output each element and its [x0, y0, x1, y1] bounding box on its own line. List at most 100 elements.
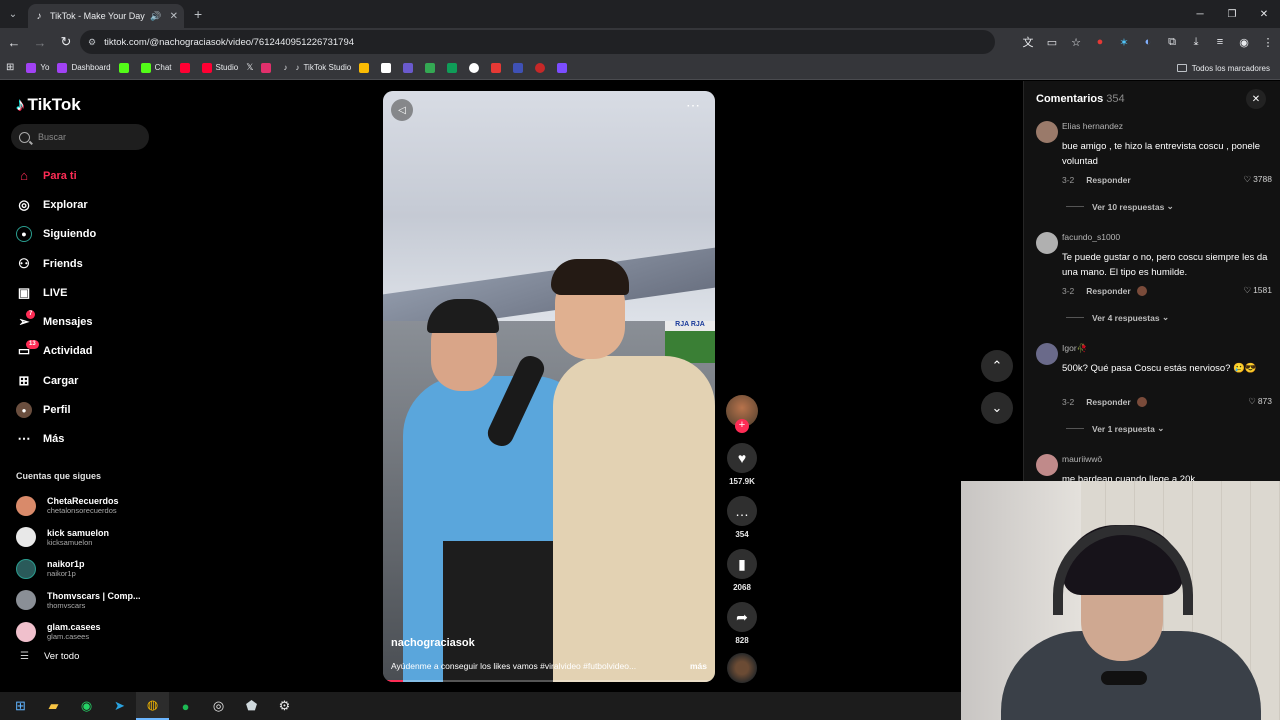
close-tab-icon[interactable]: ✕ — [170, 11, 178, 22]
extension-3-icon[interactable]: ◐ — [1136, 30, 1160, 54]
comment-like-button[interactable]: ♡ 3788 — [1243, 174, 1272, 185]
nav-item-friends[interactable]: ⚇ Friends — [16, 249, 156, 278]
tiktok-logo[interactable]: ♪ TikTok — [16, 95, 81, 115]
reload-icon[interactable]: ↻ — [54, 30, 78, 54]
nav-item-explorar[interactable]: ◎ Explorar — [16, 190, 156, 219]
restore-icon[interactable]: ❐ — [1216, 0, 1248, 28]
chevron-down-icon[interactable]: ⌄ — [981, 392, 1013, 424]
following-account[interactable]: glam.casees glam.casees — [16, 616, 156, 648]
reading-list-icon[interactable]: ≡ — [1208, 30, 1232, 54]
following-account[interactable]: kick samuelon kicksamuelon — [16, 522, 156, 554]
bookmark-item[interactable] — [359, 62, 373, 73]
avatar[interactable] — [1036, 343, 1058, 365]
avatar[interactable] — [1036, 232, 1058, 254]
nav-item-mas[interactable]: ⋯ Más — [16, 425, 156, 454]
chrome-icon[interactable]: ◍ — [136, 692, 169, 720]
bookmark-item[interactable] — [469, 62, 483, 73]
comment-user[interactable]: mauriiwwō — [1062, 454, 1102, 464]
cast-icon[interactable]: ▭ — [1040, 30, 1064, 54]
comment-like-button[interactable]: ♡ 1581 — [1243, 285, 1272, 296]
view-replies-button[interactable]: Ver 1 respuesta ⌄ — [1066, 423, 1164, 434]
browser-tab[interactable]: ♪ TikTok - Make Your Day 🔊 ✕ — [28, 4, 184, 28]
bookmark-item[interactable] — [535, 62, 549, 73]
view-replies-button[interactable]: Ver 4 respuestas ⌄ — [1066, 312, 1169, 323]
extensions-puzzle-icon[interactable]: ⧉ — [1160, 30, 1184, 54]
like-button[interactable]: ♥ 157.9K — [724, 443, 760, 486]
comment-like-button[interactable]: ♡ 873 — [1248, 396, 1272, 407]
address-bar[interactable]: ⚙ tiktok.com/@nachograciasok/video/76124… — [80, 30, 995, 54]
nav-item-cargar[interactable]: ⊞ Cargar — [16, 366, 156, 395]
new-tab-button[interactable]: + — [194, 6, 202, 22]
audio-playing-icon[interactable]: 🔊 — [150, 11, 161, 22]
settings-gear-icon[interactable]: ⚙ — [268, 692, 301, 720]
comment-user[interactable]: Elias hernandez — [1062, 121, 1123, 131]
comment-button[interactable]: … 354 — [724, 496, 760, 539]
follow-plus-icon[interactable]: + — [735, 419, 749, 433]
bookmark-item[interactable] — [381, 62, 395, 73]
bookmark-item[interactable]: Studio — [201, 62, 238, 73]
avatar[interactable] — [1036, 121, 1058, 143]
view-replies-button[interactable]: Ver 10 respuestas ⌄ — [1066, 201, 1174, 212]
reply-button[interactable]: Responder — [1086, 397, 1130, 407]
bookmark-item[interactable]: ♪ — [283, 63, 287, 72]
apps-grid-icon[interactable]: ⊞ — [6, 62, 14, 73]
comment-user[interactable]: facundo_s1000 — [1062, 232, 1120, 242]
extension-2-icon[interactable]: ✶ — [1112, 30, 1136, 54]
all-bookmarks[interactable]: Todos los marcadores — [1176, 56, 1270, 80]
profile-avatar-icon[interactable]: ◉ — [1232, 30, 1256, 54]
avatar[interactable] — [1036, 454, 1058, 476]
video-player[interactable]: RJA RJA ◁ ⋯ nachograciasok Ayúdenme a co… — [383, 91, 715, 682]
bookmark-item[interactable]: Yo — [26, 62, 49, 73]
following-account[interactable]: ChetaRecuerdos chetalonsorecuerdos — [16, 490, 156, 522]
nav-item-perfil[interactable]: ● Perfil — [16, 395, 156, 424]
app-shield-icon[interactable]: ⬟ — [235, 692, 268, 720]
caption-more-button[interactable]: más — [690, 661, 707, 671]
bookmark-item[interactable] — [261, 62, 275, 73]
close-comments-icon[interactable]: ✕ — [1246, 89, 1266, 109]
share-button[interactable]: ➦ 828 — [724, 602, 760, 645]
forward-arrow-icon[interactable]: → — [28, 30, 52, 54]
following-account[interactable]: Thomvscars | Comp... thomvscars — [16, 585, 156, 617]
following-account[interactable]: naikor1p naikor1p — [16, 553, 156, 585]
search-input[interactable]: Buscar — [11, 124, 149, 150]
save-button[interactable]: ▮ 2068 — [724, 549, 760, 592]
windows-start-icon[interactable]: ⊞ — [4, 692, 37, 720]
bookmark-item[interactable] — [513, 62, 527, 73]
bookmark-item[interactable] — [447, 62, 461, 73]
bookmark-item[interactable]: 𝕏 — [246, 62, 253, 73]
translate-icon[interactable]: 文 — [1016, 30, 1040, 54]
nav-item-live[interactable]: ▣ LIVE — [16, 278, 156, 307]
bookmark-item[interactable] — [425, 62, 439, 73]
bookmark-star-icon[interactable]: ☆ — [1064, 30, 1088, 54]
bookmark-item[interactable] — [403, 62, 417, 73]
bookmark-item[interactable]: Dashboard — [57, 62, 111, 73]
video-username[interactable]: nachograciasok — [391, 637, 475, 649]
tab-search-button[interactable]: ⌄ — [0, 0, 26, 28]
telegram-icon[interactable]: ➤ — [103, 692, 136, 720]
nav-item-siguiendo[interactable]: ● Siguiendo — [16, 220, 156, 249]
creator-avatar[interactable]: + — [726, 395, 758, 433]
bookmark-item[interactable]: Chat — [140, 62, 172, 73]
see-all-button[interactable]: ☰ Ver todo — [20, 651, 79, 662]
reply-button[interactable]: Responder — [1086, 286, 1130, 296]
spotify-icon[interactable]: ● — [169, 692, 202, 720]
back-arrow-icon[interactable]: ← — [2, 30, 26, 54]
volume-icon[interactable]: ◁ — [391, 99, 413, 121]
bookmark-item[interactable]: ♪ TikTok Studio — [295, 63, 351, 72]
file-explorer-icon[interactable]: ▰ — [37, 692, 70, 720]
nav-item-mensajes[interactable]: ➢ 7 Mensajes — [16, 307, 156, 336]
obs-icon[interactable]: ◎ — [202, 692, 235, 720]
browser-menu-icon[interactable]: ⋮ — [1256, 30, 1280, 54]
comment-user[interactable]: Igor🥀 — [1062, 343, 1087, 354]
video-progress-bar[interactable] — [383, 680, 715, 682]
nav-item-actividad[interactable]: ▭ 13 Actividad — [16, 337, 156, 366]
bookmark-item[interactable] — [491, 62, 505, 73]
video-more-options-icon[interactable]: ⋯ — [686, 97, 701, 114]
site-info-icon[interactable]: ⚙ — [88, 37, 96, 48]
music-disc-icon[interactable] — [727, 653, 757, 683]
reply-button[interactable]: Responder — [1086, 175, 1130, 185]
extension-1-icon[interactable]: ● — [1088, 30, 1112, 54]
bookmark-item[interactable] — [118, 62, 133, 73]
close-window-icon[interactable]: ✕ — [1248, 0, 1280, 28]
download-icon[interactable]: ⤓ — [1184, 30, 1208, 54]
